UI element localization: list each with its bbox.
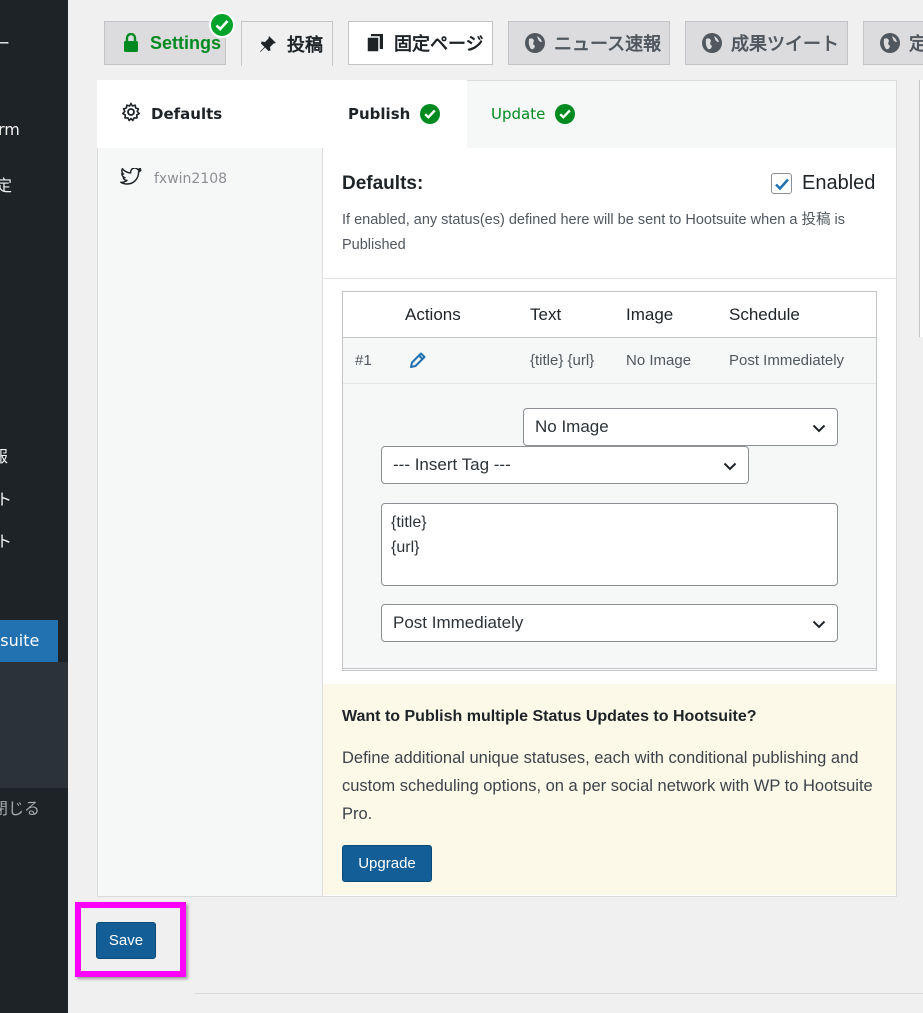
tab-settings[interactable]: Settings [104, 21, 226, 65]
tab-breaking-news[interactable]: ニュース速報 [508, 21, 670, 65]
collapse-menu[interactable]: 閉じる [0, 799, 60, 819]
table-bottom-border [343, 668, 876, 669]
tab-posts[interactable]: 投稿 [241, 21, 333, 66]
column-header-actions: Actions [405, 305, 461, 324]
subnav-publish[interactable]: Publish [323, 80, 467, 148]
check-circle-icon [420, 104, 441, 124]
globe-icon [701, 32, 723, 54]
tab-pages[interactable]: 固定ページ [348, 21, 493, 65]
gear-icon [121, 102, 141, 126]
row-text: {title} {url} [530, 352, 595, 369]
tab-fixed[interactable]: 定 [863, 21, 923, 65]
tab-label: 固定ページ [394, 34, 484, 54]
enabled-label: Enabled [802, 172, 876, 194]
sidebar-item-fragment[interactable]: rm [0, 120, 66, 140]
subnav-defaults[interactable]: Defaults [97, 80, 323, 148]
tab-label: ニュース速報 [554, 34, 662, 54]
globe-icon [524, 32, 546, 54]
image-select[interactable]: No Image [523, 408, 838, 446]
subnav-defaults-label: Defaults [151, 105, 223, 123]
insert-tag-value: --- Insert Tag --- [393, 455, 511, 474]
pin-icon [257, 33, 279, 55]
sidebar-item-fragment[interactable]: ト [0, 490, 64, 510]
twitter-icon [120, 167, 142, 190]
defaults-description: If enabled, any status(es) defined here … [342, 212, 845, 253]
row-index: #1 [355, 352, 372, 369]
row-schedule: Post Immediately [729, 352, 845, 369]
sidebar-item-fragment[interactable]: ト [0, 532, 64, 552]
tab-label: Settings [150, 32, 222, 53]
status-message-textarea[interactable]: {title} {url} [381, 503, 838, 586]
chevron-down-icon [811, 616, 827, 637]
schedule-select-value: Post Immediately [393, 613, 524, 632]
subnav: Defaults Publish Update [97, 80, 897, 148]
account-name: fxwin2108 [154, 171, 228, 187]
check-circle-icon [555, 104, 576, 124]
enabled-toggle[interactable]: Enabled [771, 172, 875, 195]
tab-label: 定 [909, 30, 923, 56]
pages-icon [364, 32, 386, 54]
promo-title: Want to Publish multiple Status Updates … [342, 708, 757, 725]
subnav-update-label: Update [491, 105, 546, 123]
footer-divider [194, 993, 923, 994]
sidebar-item-fragment[interactable]: ー [0, 34, 62, 54]
chevron-down-icon [722, 458, 738, 479]
schedule-select[interactable]: Post Immediately [381, 604, 838, 642]
row-image: No Image [626, 352, 692, 369]
column-header-text: Text [530, 305, 562, 324]
tab-result-tweet[interactable]: 成果ツイート [685, 21, 848, 65]
column-header-image: Image [626, 305, 674, 324]
tab-label: 投稿 [287, 34, 323, 55]
upgrade-button[interactable]: Upgrade [342, 845, 432, 882]
subnav-update[interactable]: Update [467, 80, 617, 148]
sidebar-active-label[interactable]: tsuite [0, 631, 39, 650]
tab-label: 成果ツイート [731, 34, 839, 54]
highlight-annotation [75, 902, 186, 977]
adjacent-panel-edge [919, 80, 923, 337]
sidebar-item-fragment[interactable]: 報 [0, 447, 60, 467]
defaults-title: Defaults: [342, 173, 424, 194]
insert-tag-select[interactable]: --- Insert Tag --- [381, 446, 749, 484]
settings-check-badge [209, 12, 235, 38]
globe-icon [879, 32, 901, 54]
sidebar-item-fragment[interactable]: 定 [0, 176, 64, 196]
account-item[interactable]: fxwin2108 [120, 167, 228, 190]
subnav-publish-label: Publish [348, 105, 411, 123]
promo-text: Define additional unique statuses, each … [342, 749, 873, 823]
lock-icon [120, 32, 142, 54]
chevron-down-icon [811, 420, 827, 441]
pencil-icon[interactable] [408, 350, 428, 374]
column-header-schedule: Schedule [729, 305, 800, 324]
divider [322, 278, 896, 279]
enabled-checkbox[interactable] [771, 173, 792, 194]
sidebar-submenu [0, 662, 68, 788]
image-select-value: No Image [535, 417, 609, 436]
admin-sidebar: ー rm 定 報 ト ト tsuite 閉じる [0, 0, 68, 1013]
